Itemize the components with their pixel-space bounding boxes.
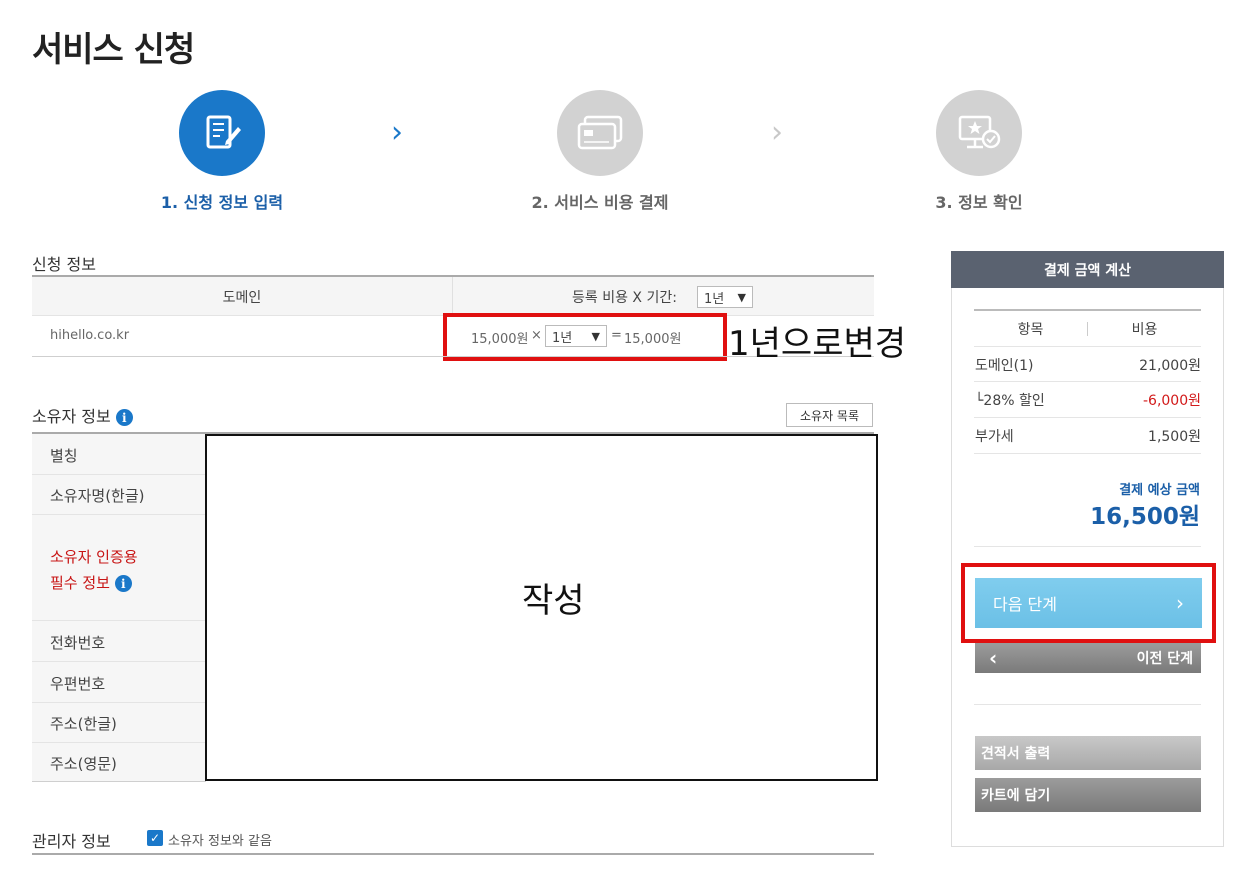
- step-3-monitor-check-icon: [936, 90, 1022, 176]
- same-as-owner-label: 소유자 정보와 같음: [168, 834, 272, 849]
- estimate-label: 결제 예상 금액: [1119, 483, 1200, 498]
- payment-col-item: 항목: [1017, 322, 1044, 338]
- estimate-value: 16,500원: [1090, 504, 1200, 530]
- owner-row-line: [32, 620, 206, 621]
- field-label-zipcode: 우편번호: [50, 675, 106, 693]
- admin-section-title: 관리자 정보: [32, 832, 111, 851]
- info-icon[interactable]: i: [114, 575, 132, 592]
- owner-row-line: [32, 514, 206, 515]
- step-3-label: 3. 정보 확인: [935, 193, 1023, 212]
- step-2-label: 2. 서비스 비용 결제: [531, 193, 669, 212]
- annotation-owner-fill: 작성: [522, 581, 585, 621]
- field-label-phone: 전화번호: [50, 634, 106, 652]
- chevron-right-icon: ›: [1176, 591, 1184, 615]
- admin-top-rule: [32, 853, 874, 855]
- period-select-value: 1년: [552, 330, 573, 346]
- owner-list-button[interactable]: 소유자 목록: [786, 403, 873, 427]
- header-divider: [452, 277, 453, 315]
- equals-sign: =: [611, 328, 622, 343]
- chevron-down-icon: ▼: [591, 329, 600, 343]
- unit-price: 15,000원: [471, 332, 529, 347]
- same-as-owner-checkbox[interactable]: ✓: [147, 830, 163, 846]
- period-header-select[interactable]: 1년 ▼: [697, 286, 753, 308]
- owner-section-title-text: 소유자 정보: [32, 407, 111, 426]
- field-label-address-en: 주소(영문): [50, 755, 117, 773]
- prev-step-label: 이전 단계: [1136, 651, 1193, 667]
- next-step-button[interactable]: 다음 단계 ›: [975, 578, 1202, 628]
- field-label-owner-name: 소유자명(한글): [50, 487, 145, 505]
- chevron-down-icon: ▼: [737, 290, 746, 304]
- payment-row-line: [974, 453, 1201, 454]
- field-label-alias: 별칭: [50, 447, 78, 465]
- times-sign: ×: [531, 328, 542, 343]
- step-1-label: 1. 신청 정보 입력: [160, 193, 284, 212]
- col-domain-header: 도메인: [222, 290, 262, 306]
- owner-section-title: 소유자 정보 i: [32, 403, 133, 427]
- quote-print-button[interactable]: 견적서 출력: [975, 736, 1201, 770]
- payment-row-line: [974, 381, 1201, 382]
- payment-row-line: [974, 546, 1201, 547]
- payment-item-discount: └28% 할인: [975, 393, 1045, 409]
- required-label-text: 필수 정보: [50, 574, 110, 592]
- add-to-cart-button[interactable]: 카트에 담기: [975, 778, 1201, 812]
- owner-bottom-line: [32, 781, 206, 782]
- required-label-line2: 필수 정보 i: [50, 572, 132, 593]
- owner-row-line: [32, 742, 206, 743]
- payment-cost-discount: -6,000원: [1142, 393, 1201, 409]
- payment-top-rule: [974, 309, 1201, 311]
- payment-cost-domain: 21,000원: [1139, 358, 1201, 374]
- required-label-line1: 소유자 인증용: [50, 548, 138, 566]
- payment-panel-header: 결제 금액 계산: [951, 251, 1224, 288]
- period-header-select-value: 1년: [704, 291, 725, 307]
- annotation-period-change: 1년으로변경: [728, 324, 907, 364]
- page-title: 서비스 신청: [32, 30, 195, 70]
- payment-cost-vat: 1,500원: [1148, 429, 1201, 445]
- payment-row-line: [974, 417, 1201, 418]
- step-2-credit-card-icon: [557, 90, 643, 176]
- next-step-label: 다음 단계: [993, 595, 1057, 614]
- application-section-title: 신청 정보: [32, 255, 96, 274]
- info-icon[interactable]: i: [115, 409, 133, 426]
- step-arrow-1-icon: ›: [391, 115, 403, 150]
- payment-row-line: [974, 346, 1201, 347]
- payment-col-cost: 비용: [1131, 322, 1158, 338]
- owner-row-line: [32, 474, 206, 475]
- payment-row-line: [974, 704, 1201, 705]
- row-total: 15,000원: [624, 332, 682, 347]
- step-arrow-2-icon: ›: [771, 115, 783, 150]
- payment-item-vat: 부가세: [975, 429, 1014, 445]
- step-1-form-edit-icon: [179, 90, 265, 176]
- chevron-left-icon: ‹: [989, 646, 998, 670]
- col-fee-header: 등록 비용 X 기간:: [572, 290, 677, 306]
- owner-row-line: [32, 702, 206, 703]
- period-select[interactable]: 1년 ▼: [545, 325, 607, 347]
- owner-row-line: [32, 661, 206, 662]
- domain-name: hihello.co.kr: [50, 328, 130, 343]
- prev-step-button[interactable]: ‹ 이전 단계: [975, 643, 1201, 673]
- payment-item-domain: 도메인(1): [975, 358, 1034, 374]
- field-label-address-kr: 주소(한글): [50, 715, 117, 733]
